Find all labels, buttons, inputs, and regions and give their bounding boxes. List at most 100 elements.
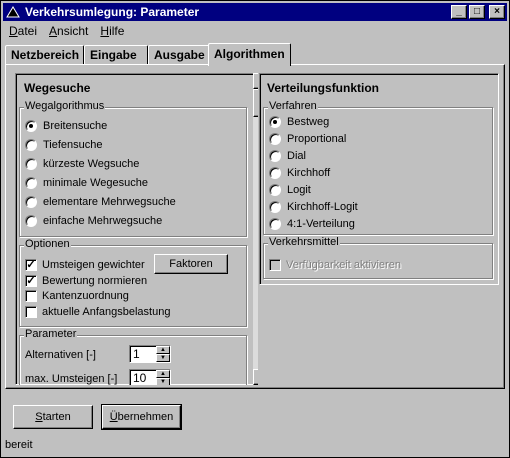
radio-button[interactable] [269,184,281,196]
check-bewertung-normieren[interactable]: ✓ Bewertung normieren [25,275,147,287]
menu-ansicht-label: nsicht [57,24,89,38]
radio-einfache-mehrwegsuche[interactable]: einfache Mehrwegsuche [25,215,162,227]
radio-label: Tiefensuche [43,139,103,151]
check-aktuelle-anfangsbelastung[interactable]: aktuelle Anfangsbelastung [25,306,170,318]
check-umsteigen-gewichter[interactable]: ✓ Umsteigen gewichter [25,259,145,271]
menu-ansicht-accel: A [49,24,58,38]
radio-label: Dial [287,150,306,162]
verfahren-label: Verfahren [268,100,318,112]
parameter-label: Parameter [24,328,78,340]
uebernehmen-accel: Ü [109,411,118,423]
radio-kuerzeste-wegsuche[interactable]: kürzeste Wegsuche [25,158,139,170]
radio-label: Proportional [287,133,347,145]
radio-elementare-mehrwegsuche[interactable]: elementare Mehrwegsuche [25,196,176,208]
starten-button[interactable]: Starten [13,405,93,429]
radio-minimale-wegesuche[interactable]: minimale Wegesuche [25,177,148,189]
radio-button[interactable] [25,139,37,151]
radio-label: elementare Mehrwegsuche [43,196,176,208]
wegesuche-title: Wegesuche [24,81,91,95]
radio-bestweg[interactable]: Bestweg [269,116,329,128]
verkehrsmittel-label: Verkehrsmittel [268,236,340,248]
main-window: Verkehrsumlegung: Parameter _ □ × Datei … [0,0,510,458]
radio-tiefensuche[interactable]: Tiefensuche [25,139,103,151]
check-label: Verfügbarkeit aktivieren [286,259,401,271]
title-bar[interactable]: Verkehrsumlegung: Parameter _ □ × [3,3,507,21]
minimize-button[interactable]: _ [451,5,467,19]
scroll-up-button[interactable] [253,73,258,89]
tab-ausgabe[interactable]: Ausgabe [148,45,210,65]
radio-label: Kirchhoff [287,167,331,179]
check-label: Umsteigen gewichter [42,259,145,271]
tab-eingabe[interactable]: Eingabe [84,45,148,65]
radio-button[interactable] [269,133,281,145]
radio-dial[interactable]: Dial [269,150,306,162]
radio-button[interactable] [269,167,281,179]
spin-up-icon[interactable]: ▲ [156,370,170,378]
radio-label: 4:1-Verteilung [287,218,355,230]
uebernehmen-label: bernehmen [117,411,174,423]
checkbox[interactable] [25,306,37,318]
alternativen-spinner[interactable]: 1 ▲ ▼ [129,345,171,363]
radio-button[interactable] [25,177,37,189]
faktoren-button[interactable]: Faktoren [154,254,228,274]
radio-logit[interactable]: Logit [269,184,311,196]
menu-bar: Datei Ansicht Hilfe [3,22,130,40]
status-text: bereit [5,439,33,451]
spin-up-icon[interactable]: ▲ [156,346,170,354]
window-title: Verkehrsumlegung: Parameter [25,5,200,19]
check-kantenzuordnung[interactable]: Kantenzuordnung [25,290,129,302]
scroll-thumb[interactable] [253,89,258,117]
menu-datei-accel: D [9,24,18,38]
verteilungsfunktion-pane: Verteilungsfunktion Verfahren Bestweg Pr… [259,73,499,285]
alternativen-label: Alternativen [-] [25,349,96,361]
vertical-scrollbar[interactable] [253,73,258,385]
menu-ansicht[interactable]: Ansicht [43,24,94,38]
radio-label: Kirchhoff-Logit [287,201,358,213]
check-label: aktuelle Anfangsbelastung [42,306,171,318]
menu-hilfe[interactable]: Hilfe [94,24,130,38]
radio-label: Logit [287,184,311,196]
checkbox[interactable] [25,290,37,302]
check-label: Kantenzuordnung [42,290,129,302]
radio-kirchhoff[interactable]: Kirchhoff [269,167,330,179]
radio-proportional[interactable]: Proportional [269,133,346,145]
radio-label: Bestweg [287,116,330,128]
radio-label: kürzeste Wegsuche [43,158,140,170]
app-icon [5,5,21,19]
radio-button[interactable] [25,158,37,170]
starten-accel: S [35,411,43,423]
radio-button[interactable] [25,215,37,227]
radio-label: einfache Mehrwegsuche [43,215,163,227]
spin-down-icon[interactable]: ▼ [156,378,170,385]
radio-kirchhoff-logit[interactable]: Kirchhoff-Logit [269,201,358,213]
radio-button[interactable] [269,150,281,162]
spin-buttons: ▲ ▼ [156,346,170,362]
maximize-button[interactable]: □ [469,5,485,19]
menu-datei[interactable]: Datei [3,24,43,38]
radio-button[interactable] [269,116,281,128]
close-button[interactable]: × [489,5,505,19]
menu-hilfe-label: ilfe [109,24,125,38]
tab-netzbereich[interactable]: Netzbereich [5,45,84,65]
tab-algorithmen[interactable]: Algorithmen [208,43,291,66]
radio-breitensuche[interactable]: Breitensuche [25,120,107,132]
check-label: Bewertung normieren [42,275,148,287]
scroll-down-button[interactable] [253,369,258,385]
starten-label: tarten [42,411,71,423]
radio-label: Breitensuche [43,120,108,132]
radio-button[interactable] [25,120,37,132]
radio-button[interactable] [25,196,37,208]
radio-4-1-verteilung[interactable]: 4:1-Verteilung [269,218,355,230]
uebernehmen-button[interactable]: Übernehmen [101,404,182,430]
radio-button[interactable] [269,218,281,230]
spin-buttons: ▲ ▼ [156,370,170,385]
max-umsteigen-spinner[interactable]: 10 ▲ ▼ [129,369,171,385]
radio-button[interactable] [269,201,281,213]
spin-down-icon[interactable]: ▼ [156,354,170,362]
menu-hilfe-accel: H [100,24,110,38]
check-verfuegbarkeit-aktivieren: Verfügbarkeit aktivieren [269,259,401,271]
checkbox[interactable]: ✓ [25,259,37,271]
checkbox [269,259,281,271]
wegalgorithmus-label: Wegalgorithmus [24,100,106,112]
checkbox[interactable]: ✓ [25,275,37,287]
